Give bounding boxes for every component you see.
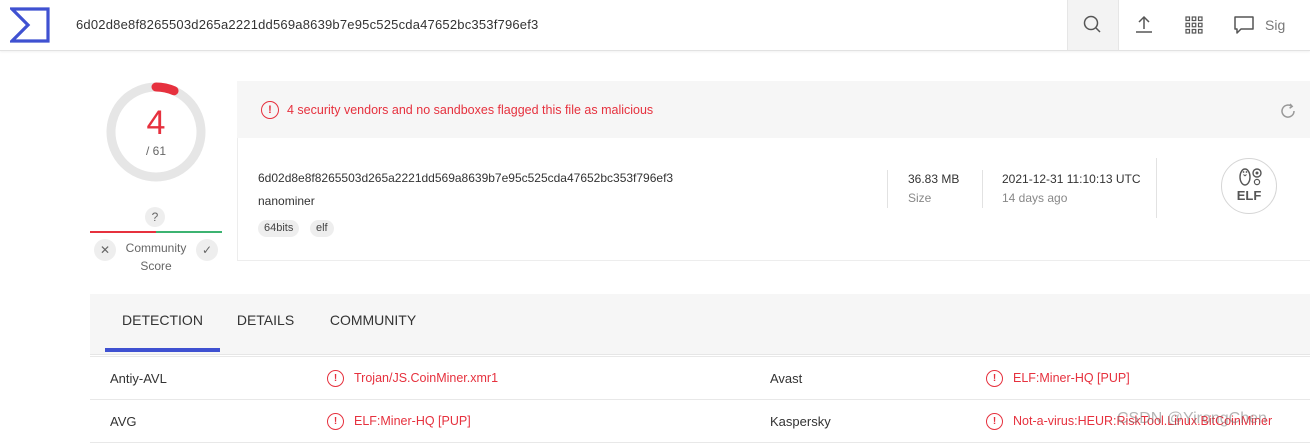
community-unknown-badge: ? bbox=[145, 207, 165, 227]
alert-icon: ! bbox=[327, 413, 344, 430]
search-button[interactable] bbox=[1067, 0, 1119, 50]
tag-64bits[interactable]: 64bits bbox=[258, 220, 300, 237]
tab-details[interactable]: DETAILS bbox=[228, 294, 303, 352]
community-bar-harmless bbox=[156, 231, 222, 233]
upload-icon bbox=[1136, 15, 1152, 33]
file-size-value: 36.83 MB bbox=[908, 172, 960, 186]
community-score-label: Community Score bbox=[118, 239, 194, 275]
divider bbox=[887, 170, 888, 208]
detection-result: ELF:Miner-HQ [PUP] bbox=[1013, 371, 1130, 385]
upload-button[interactable] bbox=[1122, 0, 1166, 50]
check-icon: ✓ bbox=[201, 243, 213, 257]
chat-button[interactable] bbox=[1222, 0, 1266, 50]
vendor-name: Avast bbox=[770, 371, 803, 386]
search-icon bbox=[1083, 15, 1101, 33]
active-tab-indicator bbox=[105, 348, 220, 352]
reanalyze-icon[interactable] bbox=[1278, 101, 1298, 121]
detection-total: / 61 bbox=[145, 144, 166, 158]
downvote-button[interactable]: ✕ bbox=[94, 239, 116, 261]
file-hash[interactable]: 6d02d8e8f8265503d265a2221dd569a8639b7e95… bbox=[258, 171, 673, 185]
alert-message: 4 security vendors and no sandboxes flag… bbox=[287, 103, 654, 117]
community-label-line1: Community bbox=[125, 241, 187, 255]
analysis-date-value: 2021-12-31 11:10:13 UTC bbox=[1002, 172, 1141, 186]
vendor-name: Antiy-AVL bbox=[110, 371, 167, 386]
community-bar-malicious bbox=[90, 231, 156, 233]
vendor-name: Kaspersky bbox=[770, 414, 831, 429]
chat-icon bbox=[1234, 16, 1254, 34]
analysis-date-relative: 14 days ago bbox=[1002, 191, 1068, 205]
sign-in-link[interactable]: Sig bbox=[1265, 0, 1285, 50]
apps-grid-icon bbox=[1185, 16, 1203, 34]
divider bbox=[982, 170, 983, 208]
close-icon: ✕ bbox=[99, 243, 111, 257]
community-label-line2: Score bbox=[140, 259, 172, 273]
tab-detection[interactable]: DETECTION bbox=[105, 294, 220, 352]
apps-button[interactable] bbox=[1172, 0, 1216, 50]
detection-result: Trojan/JS.CoinMiner.xmr1 bbox=[354, 371, 499, 385]
tag-elf[interactable]: elf bbox=[310, 220, 334, 237]
alert-icon: ! bbox=[986, 413, 1003, 430]
divider bbox=[1156, 158, 1157, 218]
file-size-label: Size bbox=[908, 191, 932, 205]
alert-icon: ! bbox=[261, 101, 279, 119]
virustotal-logo-icon[interactable] bbox=[10, 7, 50, 43]
file-name: nanominer bbox=[258, 194, 315, 208]
detection-count: 4 bbox=[146, 104, 166, 142]
detection-result: ELF:Miner-HQ [PUP] bbox=[354, 414, 471, 428]
linux-penguin-icon bbox=[1239, 168, 1262, 186]
upvote-button[interactable]: ✓ bbox=[196, 239, 218, 261]
vendor-name: AVG bbox=[110, 414, 137, 429]
alert-icon: ! bbox=[327, 370, 344, 387]
tab-community[interactable]: COMMUNITY bbox=[318, 294, 428, 352]
file-type-label: ELF bbox=[1236, 188, 1262, 203]
top-bar: 6d02d8e8f8265503d265a2221dd569a8639b7e95… bbox=[0, 0, 1310, 51]
watermark: CSDN @YirongChen bbox=[1117, 410, 1267, 427]
alert-icon: ! bbox=[986, 370, 1003, 387]
search-input[interactable]: 6d02d8e8f8265503d265a2221dd569a8639b7e95… bbox=[76, 0, 538, 50]
